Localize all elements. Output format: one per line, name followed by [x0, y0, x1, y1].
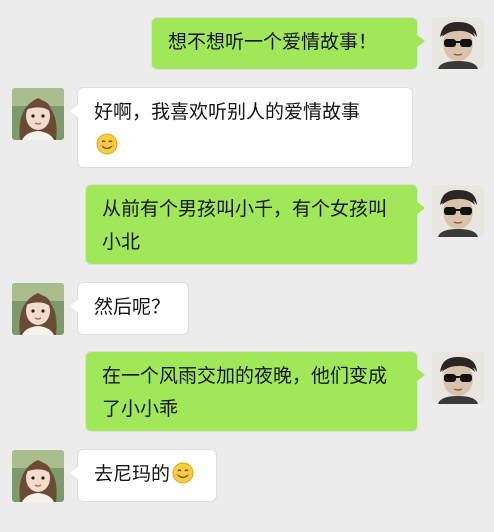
message-bubble-sent[interactable]: 想不想听一个爱情故事！	[152, 18, 425, 69]
message-text: 然后呢？	[94, 296, 171, 318]
message-bubble-received[interactable]: 然后呢？	[70, 283, 188, 334]
smile-emoji-icon	[172, 462, 194, 484]
my-avatar[interactable]	[432, 352, 484, 404]
message-text: 在一个风雨交加的夜晚，他们变成了小小乖	[102, 365, 388, 420]
girl-avatar-icon	[12, 283, 64, 335]
message-text: 从前有个男孩叫小千，有个女孩叫小北	[102, 198, 388, 253]
message-bubble-received[interactable]: 去尼玛的	[70, 450, 216, 501]
her-avatar[interactable]	[12, 450, 64, 502]
girl-avatar-icon	[12, 450, 64, 502]
message-bubble-sent[interactable]: 从前有个男孩叫小千，有个女孩叫小北	[86, 185, 425, 264]
message-text: 好啊，我喜欢听别人的爱情故事	[94, 101, 361, 123]
message-text: 去尼玛的	[94, 463, 171, 485]
my-avatar[interactable]	[432, 185, 484, 237]
chat-area: 想不想听一个爱情故事！ 好啊，我喜欢听别人的爱情故事 从前有个男孩叫小千，有个女…	[0, 0, 494, 532]
message-bubble-sent[interactable]: 在一个风雨交加的夜晚，他们变成了小小乖	[86, 352, 425, 431]
man-with-sunglasses-icon	[432, 185, 484, 237]
message-text: 想不想听一个爱情故事！	[168, 31, 378, 53]
man-with-sunglasses-icon	[432, 352, 484, 404]
man-with-sunglasses-icon	[432, 17, 484, 69]
message-bubble-received[interactable]: 好啊，我喜欢听别人的爱情故事	[70, 88, 412, 167]
her-avatar[interactable]	[12, 283, 64, 335]
girl-avatar-icon	[12, 88, 64, 140]
her-avatar[interactable]	[12, 88, 64, 140]
my-avatar[interactable]	[432, 17, 484, 69]
smile-emoji-icon	[96, 133, 118, 155]
